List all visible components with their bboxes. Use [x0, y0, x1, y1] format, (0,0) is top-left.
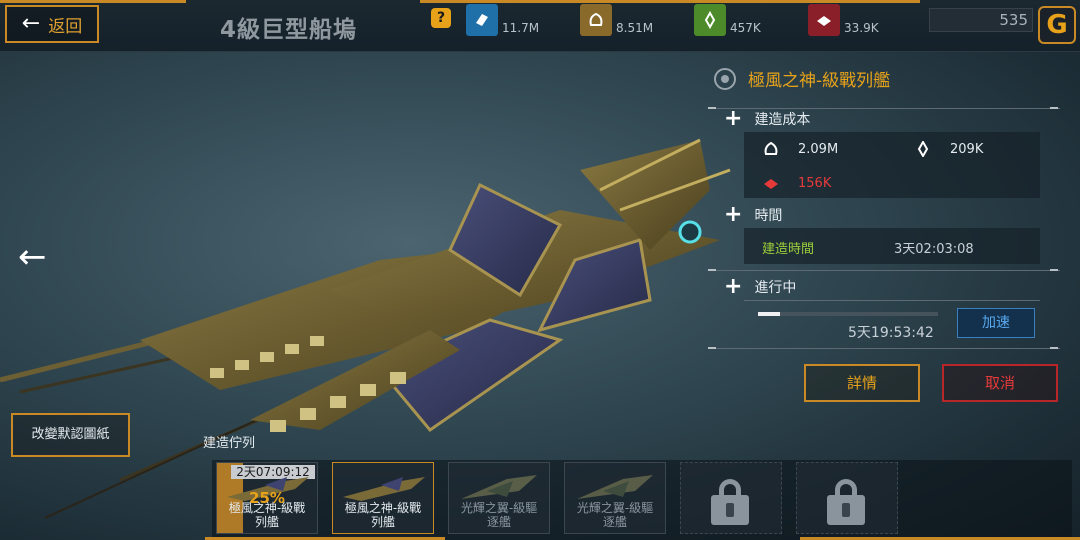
page-title: 4級巨型船塢	[220, 17, 358, 43]
slot-ship-name-line1: 光輝之翼-級驅	[460, 501, 538, 515]
g-logo-button[interactable]: G	[1038, 6, 1076, 44]
slot-ship-name-line2: 列艦	[370, 515, 395, 529]
build-cost-box: 2.09M 209K 156K	[744, 132, 1040, 198]
ore-icon	[762, 140, 780, 158]
divider	[710, 270, 1060, 271]
plus-icon: +	[724, 202, 743, 227]
divider	[744, 300, 1040, 301]
divider-tick	[1050, 347, 1058, 349]
in-progress-title: 進行中	[754, 280, 797, 296]
time-header[interactable]: + 時間	[724, 204, 782, 226]
ship-info-panel: 極風之神-級戰列艦 + 建造成本 2.09M 209K 156K + 時間 建造…	[708, 62, 1070, 412]
lock-icon	[827, 479, 865, 525]
ship-name-row: 極風之神-級戰列艦	[714, 66, 890, 91]
queue-slot-1[interactable]: 2天07:09:12 25% 極風之神-級戰 列艦	[216, 462, 318, 534]
crystal-icon	[694, 4, 726, 36]
divider-tick	[1050, 269, 1058, 271]
queue-slot-3[interactable]: 光輝之翼-級驅 逐艦	[448, 462, 550, 534]
build-progress-fill	[758, 312, 780, 316]
metal-icon	[466, 4, 498, 36]
slot-ship-name-line2: 逐艦	[602, 515, 627, 529]
resource-ore[interactable]: 8.51M	[580, 2, 653, 36]
slot-ship-name-line1: 光輝之翼-級驅	[576, 501, 654, 515]
divider-tick	[1050, 107, 1058, 109]
resource-alloy[interactable]: 33.9K	[808, 2, 879, 36]
resource-metal[interactable]: 11.7M	[466, 2, 539, 36]
slot-ship-name: 光輝之翼-級驅 逐艦	[449, 501, 549, 529]
resource-value: 457K	[730, 21, 761, 35]
plus-icon: +	[724, 106, 743, 131]
build-queue: 2天07:09:12 25% 極風之神-級戰 列艦 極風之神-級戰 列艦 光輝之…	[212, 460, 1072, 540]
time-box: 建造時間 3天02:03:08	[744, 228, 1040, 264]
alloy-icon	[808, 4, 840, 36]
credits-display: 535	[929, 8, 1033, 32]
build-time-label: 建造時間	[762, 242, 815, 257]
question-icon[interactable]: ?	[431, 8, 451, 28]
ship-name: 極風之神-級戰列艦	[748, 71, 891, 91]
radar-icon	[714, 67, 736, 90]
slot-ship-name: 極風之神-級戰 列艦	[217, 501, 317, 529]
ship-thumbnail	[577, 475, 653, 499]
resource-crystal[interactable]: 457K	[694, 2, 761, 36]
slot-ship-name: 光輝之翼-級驅 逐艦	[565, 501, 665, 529]
slot-ship-name-line1: 極風之神-級戰	[344, 501, 422, 515]
shipyard-scene: ← 返回 4級巨型船塢 ? 11.7M 8.51M 457K 33.9K 535…	[0, 0, 1080, 540]
queue-slot-2[interactable]: 極風之神-級戰 列艦	[332, 462, 434, 534]
divider-tick	[708, 347, 716, 349]
arrow-left-icon: ←	[21, 11, 41, 36]
lock-icon	[711, 479, 749, 525]
remaining-time: 5天19:53:42	[848, 325, 934, 341]
build-cost-header[interactable]: + 建造成本	[724, 108, 810, 130]
change-blueprint-button[interactable]: 改變默認圖紙	[11, 413, 130, 457]
queue-slot-locked-5[interactable]	[680, 462, 782, 534]
cost-value: 2.09M	[798, 141, 839, 157]
top-accent-left	[0, 0, 186, 3]
top-bar: ← 返回 4級巨型船塢 ? 11.7M 8.51M 457K 33.9K 535…	[0, 0, 1080, 52]
build-time-value: 3天02:03:08	[894, 242, 974, 257]
queue-slot-4[interactable]: 光輝之翼-級驅 逐艦	[564, 462, 666, 534]
crystal-icon	[914, 140, 932, 158]
alloy-icon	[762, 174, 780, 192]
queue-title: 建造佇列	[203, 436, 256, 451]
back-label: 返回	[48, 16, 83, 37]
cost-value: 156K	[798, 175, 832, 191]
slot-ship-name-line2: 列艦	[254, 515, 279, 529]
plus-icon: +	[724, 274, 743, 299]
cancel-button[interactable]: 取消	[942, 364, 1058, 402]
time-title: 時間	[754, 208, 783, 224]
cost-alloy: 156K	[762, 174, 831, 192]
ore-icon	[580, 4, 612, 36]
cost-value: 209K	[950, 141, 984, 157]
resource-value: 8.51M	[616, 21, 654, 35]
ship-thumbnail	[461, 475, 537, 499]
resource-value: 11.7M	[502, 21, 540, 35]
slot-ship-name-line1: 極風之神-級戰	[228, 501, 306, 515]
build-progress-bar	[758, 312, 938, 316]
back-button[interactable]: ← 返回	[5, 5, 99, 43]
ship-thumbnail	[343, 477, 425, 501]
cost-ore: 2.09M	[762, 140, 838, 158]
divider	[710, 348, 1060, 349]
previous-ship-arrow-icon[interactable]: ←	[18, 240, 47, 274]
in-progress-header[interactable]: + 進行中	[724, 276, 796, 298]
divider-tick	[708, 107, 716, 109]
details-button[interactable]: 詳情	[804, 364, 920, 402]
queue-slot-locked-6[interactable]	[796, 462, 898, 534]
slot-ship-name-line2: 逐艦	[486, 515, 511, 529]
resource-value: 33.9K	[844, 21, 879, 35]
divider-tick	[708, 269, 716, 271]
build-cost-title: 建造成本	[754, 112, 811, 128]
slot-ship-name: 極風之神-級戰 列艦	[333, 501, 433, 529]
speed-up-button[interactable]: 加速	[957, 308, 1035, 338]
cost-crystal: 209K	[914, 140, 983, 158]
